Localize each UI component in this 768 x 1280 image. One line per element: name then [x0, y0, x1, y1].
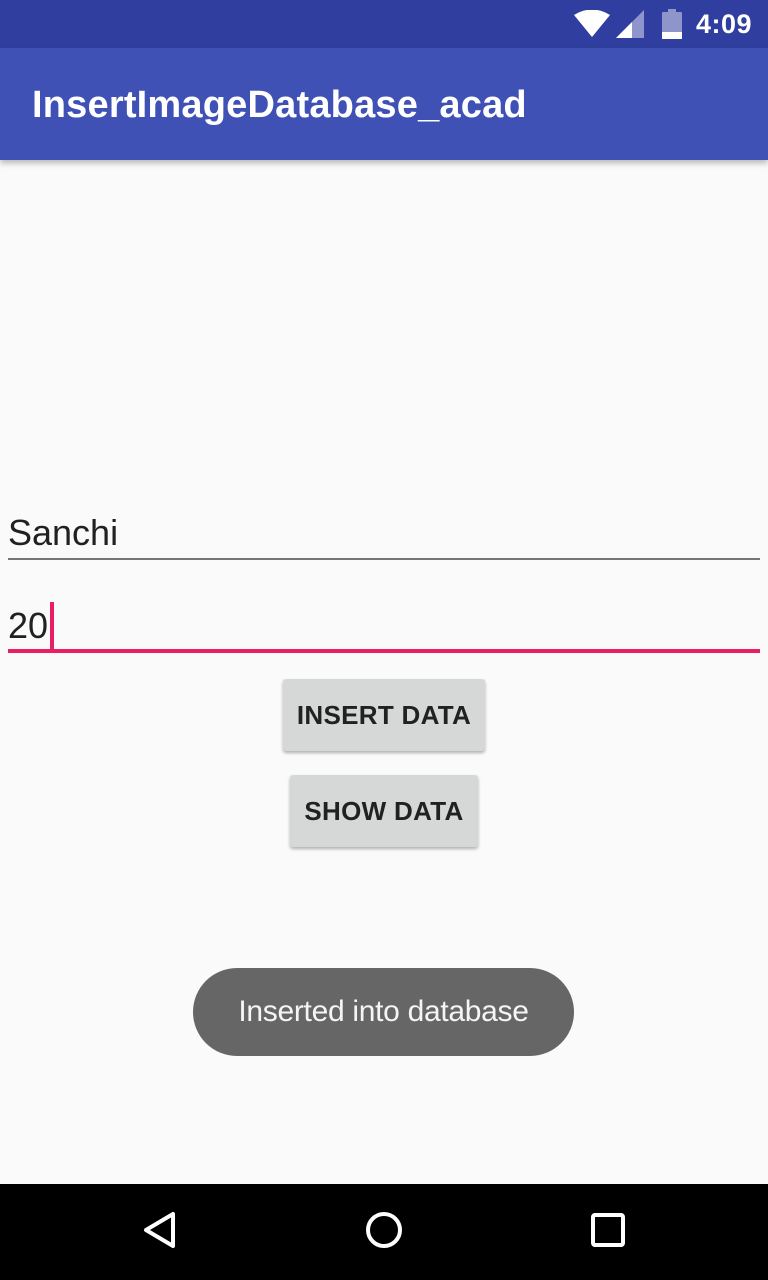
name-text: Sanchi: [8, 512, 119, 553]
battery-icon: [661, 9, 682, 39]
status-time: 4:09: [695, 8, 752, 39]
home-button[interactable]: [324, 1184, 444, 1280]
home-icon: [364, 1210, 404, 1255]
back-button[interactable]: [100, 1184, 220, 1280]
wifi-icon: [573, 10, 610, 38]
show-data-button[interactable]: SHOW DATA: [290, 775, 478, 847]
back-icon: [140, 1210, 180, 1255]
recents-button[interactable]: [548, 1184, 668, 1280]
insert-data-button[interactable]: INSERT DATA: [283, 679, 485, 751]
recents-icon: [588, 1210, 628, 1255]
age-field-value: 20: [8, 602, 55, 650]
age-field[interactable]: 20: [8, 594, 760, 653]
name-field-value: Sanchi: [8, 512, 118, 554]
text-cursor: [50, 602, 55, 650]
signal-icon: [615, 10, 644, 38]
name-field[interactable]: Sanchi: [8, 504, 760, 560]
toast-message: Inserted into database: [193, 968, 574, 1056]
screen: 4:09 InsertImageDatabase_acad Sanchi 20 …: [0, 0, 768, 1280]
status-icons: 4:09: [573, 0, 752, 48]
status-bar: 4:09: [0, 0, 768, 48]
app-title: InsertImageDatabase_acad: [32, 84, 527, 126]
age-text: 20: [8, 605, 49, 646]
navigation-bar: [0, 1184, 768, 1280]
app-bar: InsertImageDatabase_acad: [0, 48, 768, 160]
